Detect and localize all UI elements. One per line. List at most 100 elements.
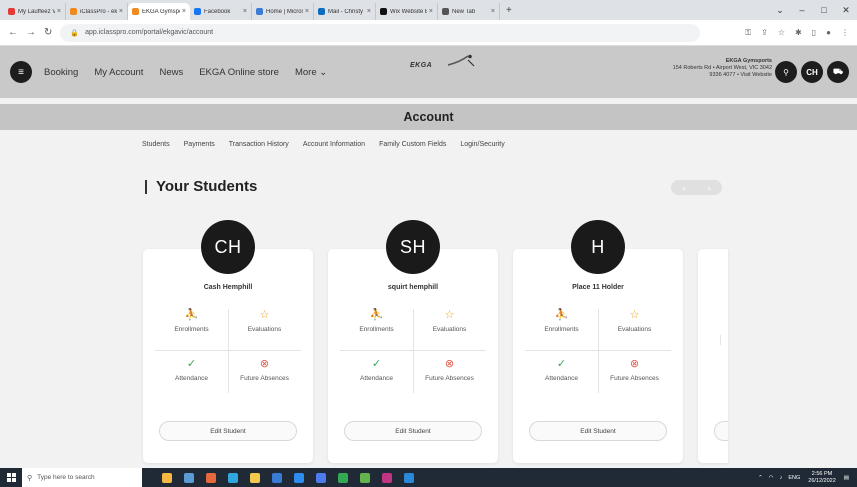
profile-icon[interactable]: ● [826,28,831,38]
carousel-next-icon[interactable]: › [697,180,723,195]
nav-booking[interactable]: Booking [44,67,78,78]
ekga-logo[interactable]: EKGA [410,54,475,69]
future-absences-button[interactable]: ⊗ Future Absences [598,358,671,382]
evaluations-button[interactable]: ☆ Evaluations [598,309,671,333]
chrome-app-icon[interactable] [338,472,348,483]
tab-login-security[interactable]: Login/Security [460,141,504,148]
student-name: squirt hemphill [387,284,439,291]
future-absences-button[interactable]: ⊗ Future Absences [228,358,301,382]
tab-transaction-history[interactable]: Transaction History [229,141,289,148]
nav-more[interactable]: More ⌄ [295,67,327,78]
nav-news[interactable]: News [159,67,183,78]
close-tab-icon[interactable]: × [243,8,247,15]
close-tab-icon[interactable]: × [429,8,433,15]
new-tab-icon[interactable]: + [506,5,512,16]
mail-app-icon[interactable] [294,472,304,483]
maximize-icon[interactable]: □ [813,5,835,15]
browser-tab[interactable]: Wix Website Editor× [376,3,438,20]
nav-my-account[interactable]: My Account [94,67,143,78]
people-app-icon[interactable] [162,472,172,483]
taskbar-clock[interactable]: 2:56 PM 26/12/2022 [808,471,836,484]
edit-student-button-partial[interactable] [714,421,728,441]
student-avatar[interactable]: H [571,220,625,274]
carousel-pager: ‹ › [671,180,722,195]
close-tab-icon[interactable]: × [305,8,309,15]
tab-family-custom-fields[interactable]: Family Custom Fields [379,141,446,148]
enrollments-button[interactable]: ⛹ Enrollments [155,309,228,333]
enrollments-button[interactable]: ⛹ Enrollments [340,309,413,333]
student-actions-grid: ⛹ Enrollments ☆ Evaluations ✓ Attendance ⊗ F… [340,303,486,395]
tab-search-icon[interactable]: ⌄ [769,5,791,16]
app-icon[interactable] [360,472,370,483]
browser-tab[interactable]: Mail - Christy × [314,3,376,20]
browser-tab[interactable]: New Tab × [438,3,500,20]
language-indicator[interactable]: ENG [788,475,800,481]
back-icon[interactable]: ← [8,27,18,38]
edit-student-button[interactable]: Edit Student [344,421,482,441]
notifications-icon[interactable]: ▤ [844,475,849,481]
browser-tab[interactable]: iClassPro - ekgavic× [66,3,128,20]
student-avatar[interactable]: CH [201,220,255,274]
check-circle-icon: ✓ [186,358,197,370]
user-avatar[interactable]: CH [801,61,823,83]
student-actions-grid: ⛹ Enrollments ☆ Evaluations ✓ Attendance ⊗ F… [525,303,671,395]
app-icon[interactable] [404,472,414,483]
student-name: Cash Hemphill [203,284,253,291]
attendance-button[interactable]: ✓ Attendance [155,358,228,382]
browser-toolbar-icons: ⚿ ⇪ ☆ ✱ ▯ ● ⋮ [735,28,849,38]
evaluations-button[interactable]: ☆ Evaluations [228,309,301,333]
edge-app-icon[interactable] [228,472,238,483]
evaluations-button[interactable]: ☆ Evaluations [413,309,486,333]
browser-tab-bar: My Lauffeez Vault× iClassPro - ekgavic× … [0,0,857,20]
windows-start-icon[interactable] [7,473,16,482]
task-view-icon[interactable] [184,472,194,483]
student-avatar[interactable]: SH [386,220,440,274]
location-pin-icon[interactable]: ⚲ [775,61,797,83]
volume-icon[interactable]: ♪ [780,475,783,481]
nav-online-store[interactable]: EKGA Online store [199,67,279,78]
word-app-icon[interactable] [316,472,326,483]
key-icon[interactable]: ⚿ [745,28,751,38]
reload-icon[interactable]: ↻ [44,27,52,38]
carousel-prev-icon[interactable]: ‹ [671,180,697,195]
store-app-icon[interactable] [272,472,282,483]
close-window-icon[interactable]: ✕ [835,5,857,16]
window-controls: ⌄ – □ ✕ [769,0,857,20]
tab-payments[interactable]: Payments [184,141,215,148]
bookmark-star-icon[interactable]: ☆ [778,28,785,38]
extensions-icon[interactable]: ✱ [795,28,802,38]
app-icon[interactable] [382,472,392,483]
close-tab-icon[interactable]: × [57,8,61,15]
close-tab-icon[interactable]: × [119,8,123,15]
office-app-icon[interactable] [206,472,216,483]
enrollments-icon: ⛹ [369,309,384,321]
attendance-button[interactable]: ✓ Attendance [340,358,413,382]
future-absences-button[interactable]: ⊗ Future Absences [413,358,486,382]
browser-tab-active[interactable]: EKGA Gymsports× [128,3,190,20]
browser-tab[interactable]: My Lauffeez Vault× [4,3,66,20]
network-icon[interactable]: ◠ [769,475,774,481]
share-icon[interactable]: ⇪ [761,28,768,38]
close-tab-icon[interactable]: × [491,8,495,15]
tab-account-information[interactable]: Account Information [303,141,365,148]
browser-tab[interactable]: Home | Microsoft× [252,3,314,20]
file-explorer-icon[interactable] [250,472,260,483]
url-field[interactable]: 🔒 app.iclasspro.com/portal/ekgavic/accou… [60,23,701,42]
browser-tab[interactable]: Facebook × [190,3,252,20]
tray-chevron-icon[interactable]: ⌃ [758,475,763,481]
close-tab-icon[interactable]: × [182,8,186,15]
hamburger-menu-icon[interactable]: ≡ [10,61,32,83]
taskbar-search[interactable]: ⚲ Type here to search [22,468,142,487]
kebab-menu-icon[interactable]: ⋮ [841,28,849,38]
gym-contact-line[interactable]: 9336 4077 • Visit Website [673,72,772,79]
sidebar-icon[interactable]: ▯ [812,28,816,38]
cart-icon[interactable]: ⛟ [827,61,849,83]
forward-icon[interactable]: → [26,27,36,38]
attendance-button[interactable]: ✓ Attendance [525,358,598,382]
minimize-icon[interactable]: – [791,5,813,15]
enrollments-button[interactable]: ⛹ Enrollments [525,309,598,333]
tab-students[interactable]: Students [142,141,170,148]
edit-student-button[interactable]: Edit Student [159,421,297,441]
close-tab-icon[interactable]: × [367,8,371,15]
edit-student-button[interactable]: Edit Student [529,421,667,441]
